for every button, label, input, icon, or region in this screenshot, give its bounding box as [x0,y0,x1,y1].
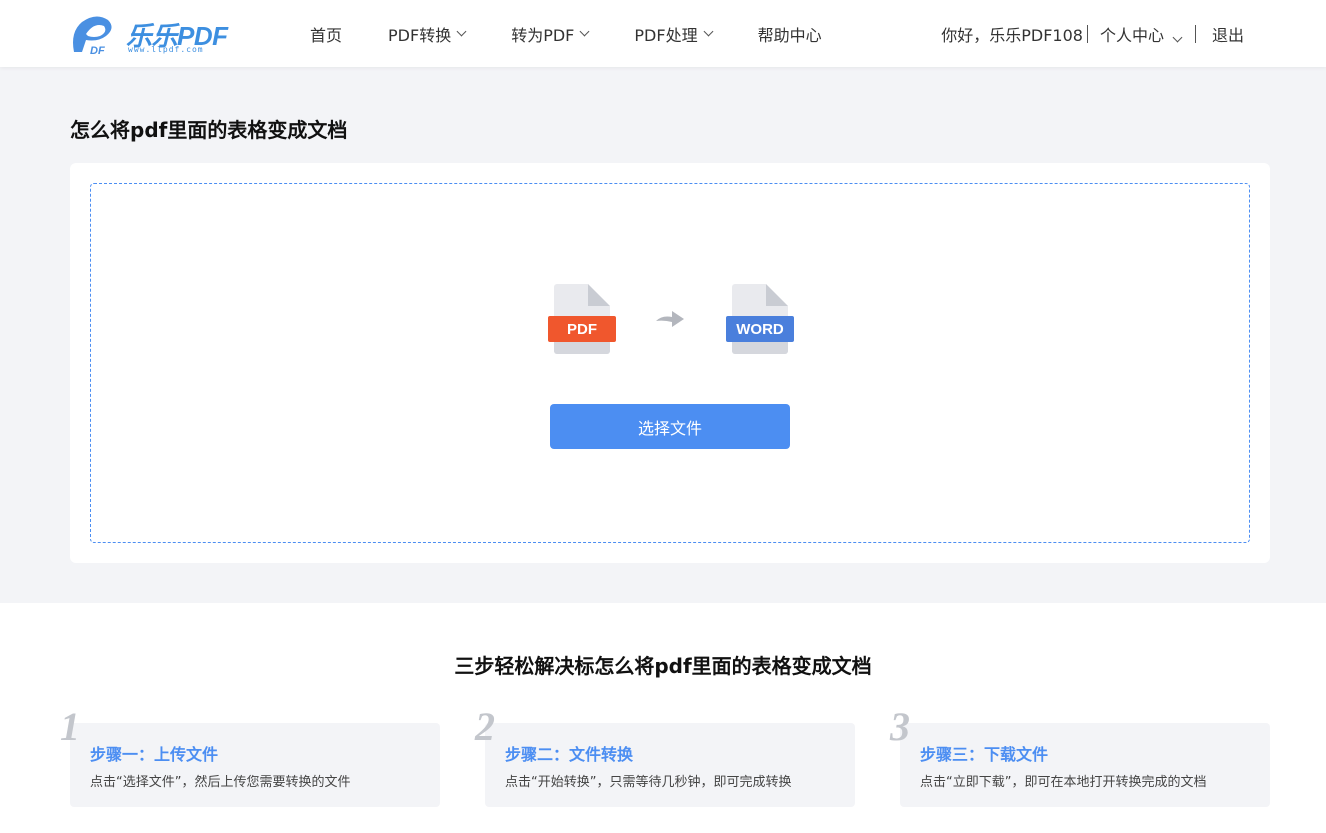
user-center-menu[interactable]: 个人中心 [1099,22,1183,46]
pdf-file-icon: PDF [548,284,616,356]
nav-to-pdf[interactable]: 转为PDF [511,22,590,46]
word-label: WORD [726,316,794,342]
nav-pdf-process-label: PDF处理 [634,25,698,45]
page-title: 怎么将pdf里面的表格变成文档 [70,118,348,142]
step-description: 点击“立即下载”，即可在本地打开转换完成的文档 [920,775,1207,790]
select-file-button[interactable]: 选择文件 [550,404,790,449]
user-greeting[interactable]: 你好，乐乐PDF108 [941,22,1083,46]
nav-pdf-process[interactable]: PDF处理 [634,22,714,46]
chevron-down-icon [703,26,714,37]
arrow-right-icon [656,311,684,327]
step-card: 2 步骤二：文件转换 点击“开始转换”，只需等待几秒钟，即可完成转换 [475,704,855,807]
divider [1194,24,1196,43]
logo-url: www.llpdf.com [128,45,204,54]
user-center-label: 个人中心 [1099,25,1164,45]
step-title: 步骤三：下载文件 [920,745,1049,764]
nav-pdf-convert-label: PDF转换 [388,25,452,45]
step-description: 点击“选择文件”，然后上传您需要转换的文件 [90,775,351,790]
step-card: 1 步骤一：上传文件 点击“选择文件”，然后上传您需要转换的文件 [60,704,440,807]
upload-card: PDF WORD 选择文件 [70,163,1270,563]
chevron-down-icon [579,26,590,37]
step-number: 1 [60,704,80,749]
top-header: DF 乐乐PDF www.llpdf.com 首页 PDF转换 转为PDF PD… [0,0,1326,67]
logout-link[interactable]: 退出 [1212,22,1244,46]
logo-icon: DF [73,16,112,56]
nav-home[interactable]: 首页 [310,22,342,46]
step-number: 2 [475,704,495,749]
word-file-icon: WORD [726,284,794,356]
nav-to-pdf-label: 转为PDF [511,25,575,45]
step-number: 3 [890,704,910,749]
nav-home-label: 首页 [310,25,343,45]
chevron-down-icon [1172,32,1183,42]
step-card: 3 步骤三：下载文件 点击“立即下载”，即可在本地打开转换完成的文档 [890,704,1270,807]
step-title: 步骤二：文件转换 [505,745,634,764]
nav-pdf-convert[interactable]: PDF转换 [388,22,467,46]
chevron-down-icon [456,26,467,37]
svg-text:DF: DF [90,45,105,56]
steps-title: 三步轻松解决标怎么将pdf里面的表格变成文档 [454,654,872,678]
nav-help[interactable]: 帮助中心 [758,22,822,46]
step-title: 步骤一：上传文件 [90,745,219,764]
pdf-label: PDF [548,316,616,342]
file-dropzone[interactable]: PDF WORD 选择文件 [90,183,1250,543]
main-nav: 首页 PDF转换 转为PDF PDF处理 帮助中心 [310,0,868,67]
step-description: 点击“开始转换”，只需等待几秒钟，即可完成转换 [505,775,792,790]
nav-help-label: 帮助中心 [757,25,822,45]
user-area: 你好，乐乐PDF108 个人中心 退出 [941,0,1244,67]
site-logo[interactable]: DF 乐乐PDF www.llpdf.com [68,12,238,56]
divider [1086,24,1088,43]
